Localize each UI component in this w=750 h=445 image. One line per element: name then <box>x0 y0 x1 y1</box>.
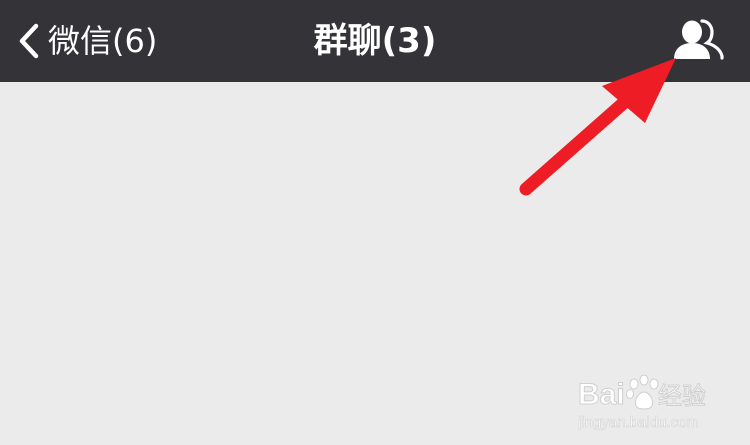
page-title: 群聊(3) <box>313 21 437 61</box>
navigation-bar: 微信(6) 群聊(3) <box>0 0 750 82</box>
baidu-paw-logo: Bai 经验 jingyan.baidu.com <box>577 374 707 431</box>
svg-text:Bai: Bai <box>578 378 625 411</box>
group-members-icon <box>674 19 724 60</box>
svg-text:经验: 经验 <box>658 382 706 410</box>
baidu-jingyan-watermark: Bai 经验 jingyan.baidu.com <box>577 366 738 434</box>
group-members-button[interactable] <box>670 15 730 67</box>
chat-screen: 微信(6) 群聊(3) Bai 经验 jingyan.baidu.com <box>0 0 750 445</box>
svg-text:jingyan.baidu.com: jingyan.baidu.com <box>578 414 699 431</box>
